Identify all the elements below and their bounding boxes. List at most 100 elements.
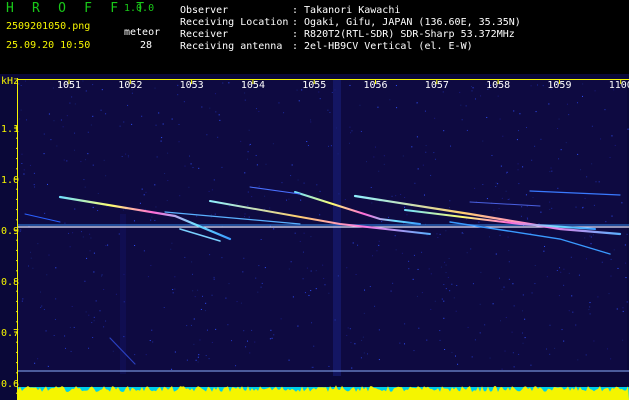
noise-dot	[101, 274, 103, 276]
noise-dot	[474, 187, 476, 189]
noise-dot	[68, 232, 70, 234]
noise-dot	[194, 296, 196, 298]
noise-dot	[143, 194, 145, 196]
noise-dot	[355, 273, 357, 275]
noise-dot	[271, 337, 273, 339]
noise-dot	[445, 230, 447, 232]
noise-dot	[580, 169, 582, 171]
noise-dot	[249, 352, 251, 354]
noise-dot	[43, 308, 45, 310]
noise-dot	[549, 208, 551, 210]
noise-dot	[444, 261, 446, 263]
noise-dot	[310, 236, 312, 238]
noise-dot	[436, 233, 438, 235]
noise-dot	[357, 244, 359, 246]
noise-dot	[93, 320, 95, 322]
noise-dot	[550, 167, 552, 169]
noise-dot	[430, 273, 432, 275]
noise-dot	[89, 233, 91, 235]
noise-dot	[288, 268, 290, 270]
noise-dot	[499, 118, 501, 120]
noise-dot	[95, 300, 97, 302]
noise-dot	[198, 167, 200, 169]
noise-dot	[39, 291, 41, 293]
noise-dot	[591, 125, 593, 127]
noise-dot	[145, 208, 147, 210]
noise-dot	[89, 250, 91, 252]
noise-dot	[403, 223, 405, 225]
noise-dot	[55, 267, 57, 269]
noise-dot	[29, 164, 31, 166]
noise-dot	[395, 195, 397, 197]
noise-dot	[576, 102, 578, 104]
noise-dot	[52, 87, 54, 89]
filename: 2509201050.png	[6, 21, 91, 32]
noise-dot	[213, 276, 215, 278]
noise-dot	[150, 219, 152, 221]
noise-dot	[213, 179, 215, 181]
noise-dot	[255, 108, 257, 110]
noise-dot	[486, 198, 488, 200]
noise-dot	[501, 368, 503, 370]
noise-dot	[626, 301, 628, 303]
noise-dot	[423, 194, 425, 196]
noise-dot	[288, 198, 290, 200]
noise-dot	[30, 257, 32, 259]
noise-dot	[172, 289, 174, 291]
noise-dot	[155, 124, 157, 126]
noise-dot	[593, 340, 595, 342]
noise-dot	[119, 125, 121, 127]
noise-dot	[255, 154, 257, 156]
noise-dot	[503, 286, 505, 288]
noise-dot	[577, 359, 579, 361]
noise-dot	[601, 261, 603, 263]
noise-dot	[610, 358, 612, 360]
observer-label: Observer	[180, 5, 229, 16]
noise-dot	[118, 233, 120, 235]
noise-dot	[626, 233, 628, 235]
noise-dot	[571, 295, 573, 297]
noise-dot	[123, 121, 125, 123]
noise-dot	[304, 292, 306, 294]
noise-dot	[178, 123, 180, 125]
noise-dot	[418, 327, 420, 329]
noise-dot	[513, 366, 515, 368]
noise-dot	[201, 106, 203, 108]
noise-dot	[378, 244, 380, 246]
noise-dot	[522, 342, 524, 344]
noise-dot	[577, 153, 579, 155]
noise-dot	[105, 113, 107, 115]
noise-dot	[211, 189, 213, 191]
noise-dot	[451, 351, 453, 353]
noise-dot	[376, 250, 378, 252]
noise-dot	[604, 109, 606, 111]
noise-dot	[227, 324, 229, 326]
noise-dot	[183, 101, 185, 103]
noise-dot	[400, 194, 402, 196]
noise-dot	[411, 146, 413, 148]
noise-dot	[425, 145, 427, 147]
noise-dot	[582, 83, 584, 85]
observer-value: : Takanori Kawachi	[292, 5, 401, 16]
noise-dot	[19, 118, 21, 120]
noise-dot	[549, 171, 551, 173]
noise-dot	[43, 153, 45, 155]
noise-dot	[351, 367, 353, 369]
noise-dot	[264, 267, 266, 269]
noise-dot	[428, 268, 430, 270]
noise-dot	[589, 302, 591, 304]
noise-dot	[366, 161, 368, 163]
noise-dot	[608, 293, 610, 295]
noise-dot	[449, 206, 451, 208]
noise-dot	[401, 252, 403, 254]
noise-dot	[93, 316, 95, 318]
noise-dot	[91, 322, 93, 324]
noise-dot	[395, 85, 397, 87]
noise-dot	[244, 99, 246, 101]
noise-dot	[243, 330, 245, 332]
noise-dot	[307, 144, 309, 146]
noise-dot	[72, 232, 74, 234]
noise-dot	[589, 235, 591, 237]
noise-dot	[472, 87, 474, 89]
y-axis-unit: kHz	[1, 76, 19, 87]
